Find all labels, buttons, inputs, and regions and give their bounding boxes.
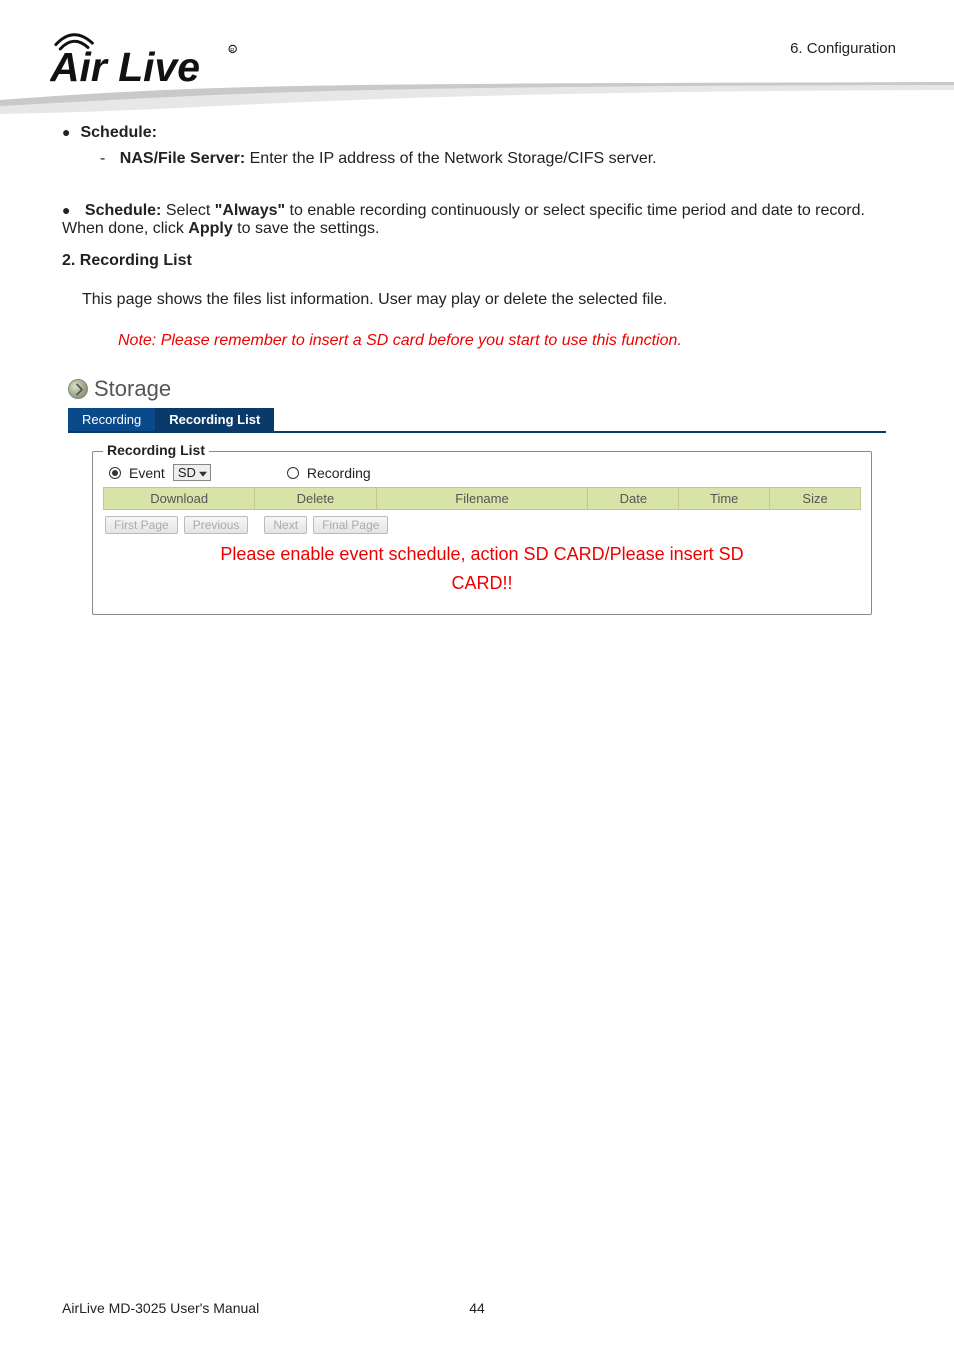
radio-recording-label: Recording [307,465,371,481]
section-2-body: This page shows the files list informati… [82,288,892,312]
col-download: Download [104,488,255,510]
radio-event-label: Event [129,465,165,481]
recording-table: Download Delete Filename Date Time Size [103,487,861,510]
col-delete: Delete [255,488,376,510]
pager-prev[interactable]: Previous [184,516,249,534]
section-2-title: 2. Recording List [62,252,892,270]
recording-list-fieldset: Recording List Event SD Recording Downlo… [92,451,872,615]
storage-heading: Storage [94,376,171,402]
warn-line1: Please enable event schedule, action SD … [103,542,861,571]
col-date: Date [588,488,679,510]
sd-select[interactable]: SD [173,464,211,481]
tabs: Recording Recording List [68,408,886,433]
tab-recording[interactable]: Recording [68,408,155,431]
schedule-detail: Schedule: Select "Always" to enable reco… [62,202,892,238]
col-filename: Filename [376,488,588,510]
radio-event[interactable] [109,467,121,479]
fieldset-legend: Recording List [103,442,209,458]
radio-recording[interactable] [287,467,299,479]
page-context: 6. Configuration [790,40,896,57]
storage-panel: Storage Recording Recording List Recordi… [68,376,886,615]
tab-recording-list[interactable]: Recording List [155,408,274,431]
sd-note: Note: Please remember to insert a SD car… [118,332,892,350]
col-size: Size [770,488,861,510]
nas-line: NAS/File Server: Enter the IP address of… [100,150,892,168]
svg-text:R: R [230,48,234,54]
footer-page: 44 [469,1300,485,1316]
pager-final[interactable]: Final Page [313,516,388,534]
warn-line2: CARD!! [103,571,861,600]
pager-next[interactable]: Next [264,516,307,534]
schedule-heading: Schedule: [62,124,892,142]
header-divider [0,80,954,114]
footer-manual: AirLive MD-3025 User's Manual [62,1300,259,1316]
storage-icon [68,379,88,399]
col-time: Time [679,488,770,510]
pager-first[interactable]: First Page [105,516,178,534]
